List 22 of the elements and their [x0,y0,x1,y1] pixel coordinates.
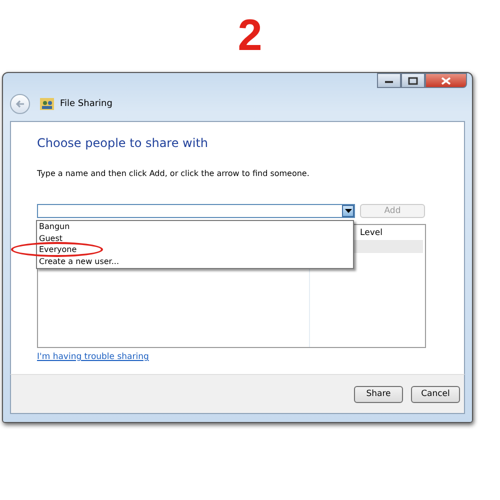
close-button[interactable] [425,73,467,88]
help-link[interactable]: I'm having trouble sharing [37,352,149,362]
dialog-heading: Choose people to share with [37,136,210,150]
column-header: Level [359,227,384,240]
dropdown-arrow-button[interactable] [342,205,354,217]
maximize-button[interactable] [401,73,425,88]
maximize-icon [408,76,418,84]
close-icon [441,76,451,84]
dialog-button[interactable]: Share [354,386,403,402]
users-icon [40,97,54,111]
minimize-button[interactable] [377,73,401,88]
instruction-text: Type a name and then click Add, or click the arrow to find someone. [37,169,310,178]
dropdown-item[interactable]: Everyone [39,244,353,256]
name-combo-box[interactable] [37,204,355,218]
back-arrow-icon [14,98,26,110]
dropdown-item[interactable]: Bangun [39,221,353,232]
step-number: 2 [238,12,262,60]
window-title: File Sharing [60,99,112,109]
dialog-button[interactable]: Cancel [411,386,460,402]
dropdown-item[interactable]: Guest [39,232,353,244]
caret-icon [344,209,352,213]
dropdown-item[interactable]: Create a new user... [39,256,353,267]
